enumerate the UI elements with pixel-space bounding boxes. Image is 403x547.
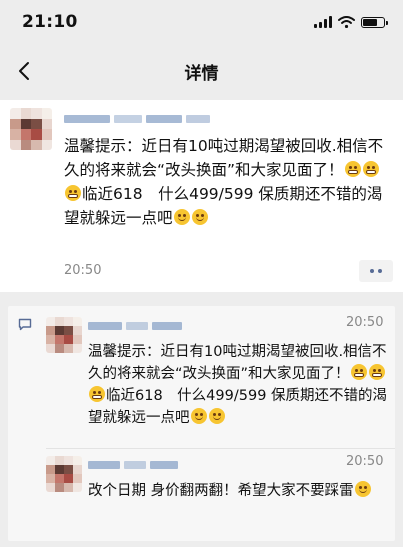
signal-icon: [314, 16, 332, 28]
comment-text-main: 温馨提示：近日有10吨过期渴望被回收.相信不久的将来就会“改头换面”和大家见面了…: [88, 344, 387, 382]
grin-emoji-icon: [89, 386, 105, 402]
comment-text: 改个日期 身价翻两翻！希望大家不要踩雷: [88, 480, 394, 502]
avatar[interactable]: [10, 108, 52, 150]
comment-text: 温馨提示：近日有10吨过期渴望被回收.相信不久的将来就会“改头换面”和大家见面了…: [88, 341, 394, 429]
grin-emoji-icon: [344, 161, 361, 177]
comment-text-tail: 临近618 什么499/599 保质期还不错的渴望就躲远一点吧: [88, 388, 388, 426]
smile-emoji-icon: [173, 209, 190, 225]
comment-timestamp: 20:50: [346, 315, 384, 330]
smile-emoji-icon: [208, 408, 225, 424]
grin-emoji-icon: [65, 185, 81, 201]
status-time: 21:10: [22, 12, 78, 32]
smile-emoji-icon: [190, 408, 207, 424]
page-title: 详情: [184, 63, 219, 84]
comment-author-blurred[interactable]: [88, 321, 182, 331]
post-text-tail: 临近618 什么499/599 保质期还不错的渴望就躲远一点吧: [64, 185, 383, 227]
post-timestamp: 20:50: [64, 263, 102, 278]
battery-icon: [361, 16, 388, 28]
smile-emoji-icon: [354, 481, 371, 497]
comment-bubble-icon: [18, 318, 32, 331]
comment-text-main: 改个日期 身价翻两翻！希望大家不要踩雷: [88, 483, 354, 499]
nav-bar: 详情: [0, 46, 403, 96]
smile-emoji-icon: [191, 209, 208, 225]
back-arrow-icon[interactable]: [14, 60, 36, 82]
post-text: 温馨提示：近日有10吨过期渴望被回收.相信不久的将来就会“改头换面”和大家见面了…: [64, 134, 394, 230]
more-dots-icon[interactable]: [359, 260, 393, 282]
post-text-main: 温馨提示：近日有10吨过期渴望被回收.相信不久的将来就会“改头换面”和大家见面了…: [64, 137, 384, 179]
grin-emoji-icon: [350, 364, 367, 380]
author-name-blurred[interactable]: [64, 114, 210, 124]
comment-author-blurred[interactable]: [88, 460, 178, 470]
comment-divider: [46, 448, 395, 449]
comment-avatar[interactable]: [46, 456, 82, 492]
status-icons: [314, 16, 388, 28]
grin-emoji-icon: [362, 161, 379, 177]
comment-avatar[interactable]: [46, 317, 82, 353]
wifi-icon: [338, 16, 355, 28]
comment-timestamp: 20:50: [346, 454, 384, 469]
grin-emoji-icon: [368, 364, 385, 380]
status-bar: 21:10: [0, 0, 403, 44]
